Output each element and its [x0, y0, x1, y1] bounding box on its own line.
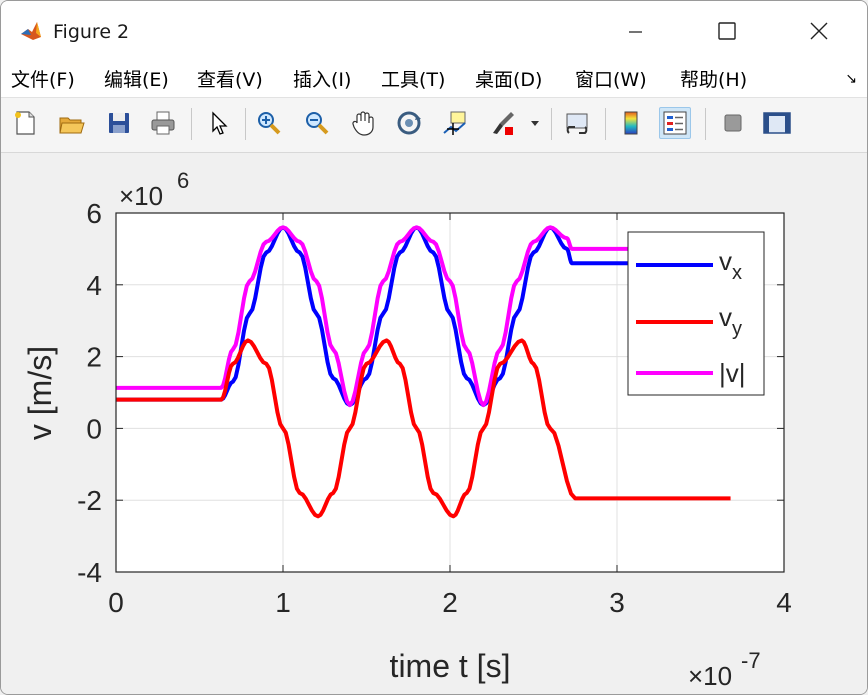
open-file-button[interactable]: [55, 107, 87, 139]
colorbar-button[interactable]: [615, 107, 647, 139]
link-plot-button[interactable]: [561, 107, 593, 139]
y-tick-label: 4: [86, 270, 102, 301]
y-tick-label: -2: [77, 485, 102, 516]
y-tick-label: 6: [86, 198, 102, 229]
new-figure-icon: [15, 111, 35, 135]
save-icon: [109, 113, 129, 133]
x-tick-label: 3: [609, 587, 625, 618]
menu-file[interactable]: 文件(F): [11, 67, 75, 93]
print-button[interactable]: [147, 107, 179, 139]
figure-toolbar: [1, 98, 867, 153]
menu-view[interactable]: 查看(V): [197, 67, 263, 93]
legend-button[interactable]: [659, 107, 691, 139]
maximize-button[interactable]: [707, 15, 747, 47]
y-axis-label: v [m/s]: [22, 346, 58, 440]
legend-icon: [663, 111, 687, 135]
zoom-in-button[interactable]: [253, 107, 285, 139]
x-exponent-base: ×10: [688, 661, 732, 691]
minimize-icon: [629, 31, 642, 33]
select-pointer-icon: [212, 111, 228, 135]
hide-plot-tools-icon: [724, 114, 742, 132]
y-tick-label: -4: [77, 557, 102, 588]
zoom-out-button[interactable]: [301, 107, 333, 139]
close-button[interactable]: [799, 15, 839, 47]
figure-window: Figure 2 文件(F) 编辑(E) 查看(V) 插入(I) 工具(T) 桌…: [0, 0, 868, 695]
new-figure-button[interactable]: [9, 107, 41, 139]
save-button[interactable]: [103, 107, 135, 139]
menu-edit[interactable]: 编辑(E): [104, 67, 169, 93]
toolbar-separator: [245, 108, 246, 140]
y-exponent-base: ×10: [119, 181, 163, 211]
legend[interactable]: vx vy |v|: [627, 231, 765, 396]
data-cursor-icon: [443, 111, 466, 135]
x-tick-label: 1: [275, 587, 291, 618]
plot-area[interactable]: 0 1 2 3 4 -4 -2 0 2 4 6 ×10 6 ×10 -7 time t [s] v…: [1, 153, 867, 694]
toolbar-separator: [605, 108, 606, 140]
x-tick-label: 4: [776, 587, 792, 618]
menu-desktop[interactable]: 桌面(D): [475, 67, 542, 93]
y-tick-label: 0: [86, 413, 102, 444]
menu-bar: 文件(F) 编辑(E) 查看(V) 插入(I) 工具(T) 桌面(D) 窗口(W…: [1, 63, 867, 98]
select-pointer-button[interactable]: [203, 107, 235, 139]
y-exponent-power: 6: [177, 168, 189, 193]
matlab-logo-icon: [19, 19, 43, 43]
close-icon: [810, 22, 828, 40]
x-tick-label: 0: [108, 587, 124, 618]
menu-help[interactable]: 帮助(H): [680, 67, 747, 93]
brush-dropdown-button[interactable]: [527, 107, 543, 139]
toolbar-separator: [191, 108, 192, 140]
brush-button[interactable]: [487, 107, 519, 139]
x-tick-label: 2: [442, 587, 458, 618]
open-file-icon: [59, 117, 85, 134]
menu-tools[interactable]: 工具(T): [381, 67, 445, 93]
toolbar-separator: [705, 108, 706, 140]
minimize-button[interactable]: [615, 15, 655, 47]
pan-hand-icon: [352, 111, 374, 136]
menu-overflow-icon[interactable]: ↘: [845, 71, 857, 87]
brush-icon: [493, 112, 514, 135]
show-plot-tools-icon: [763, 112, 791, 134]
menu-window[interactable]: 窗口(W): [575, 67, 647, 93]
zoom-out-icon: [306, 112, 329, 135]
figure-canvas: 0 1 2 3 4 -4 -2 0 2 4 6 ×10 6 ×10 -7 time t [s] v…: [1, 153, 867, 694]
toolbar-separator: [551, 108, 552, 140]
pan-button[interactable]: [347, 107, 379, 139]
print-icon: [151, 111, 175, 135]
maximize-icon: [718, 22, 736, 40]
legend-label-vmag: |v|: [719, 358, 746, 388]
link-plot-icon: [566, 113, 588, 134]
rotate-3d-button[interactable]: [393, 107, 425, 139]
zoom-in-icon: [258, 112, 281, 135]
show-plot-tools-button[interactable]: [761, 107, 793, 139]
x-axis-label: time t [s]: [390, 648, 511, 684]
x-exponent-power: -7: [741, 648, 761, 673]
brush-dropdown-icon: [531, 121, 539, 126]
title-bar: Figure 2: [1, 1, 867, 63]
window-title: Figure 2: [53, 21, 130, 43]
data-cursor-button[interactable]: [439, 107, 471, 139]
colorbar-icon: [624, 111, 638, 135]
hide-plot-tools-button[interactable]: [717, 107, 749, 139]
menu-insert[interactable]: 插入(I): [293, 67, 351, 93]
y-tick-label: 2: [86, 342, 102, 373]
rotate-3d-icon: [397, 111, 421, 135]
